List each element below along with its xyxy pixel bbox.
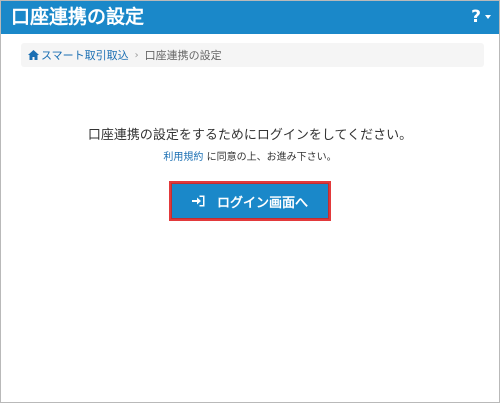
login-button-label: ログイン画面へ	[216, 195, 308, 211]
help-button[interactable]: ?	[463, 6, 491, 28]
sign-in-icon	[191, 195, 205, 207]
terms-link[interactable]: 利用規約	[163, 152, 203, 163]
dialog-window: 口座連携の設定 ? スマート取引取込 › 口座連携の設定 口座連携の設定をするた…	[0, 0, 500, 403]
help-icon: ?	[471, 7, 481, 27]
breadcrumb-separator: ›	[134, 49, 139, 61]
breadcrumb-home-label: スマート取引取込	[41, 49, 129, 62]
chevron-down-icon	[485, 15, 491, 19]
login-instruction: 口座連携の設定をするためにログインをしてください。	[87, 128, 413, 143]
home-icon	[28, 50, 39, 60]
page-title: 口座連携の設定	[11, 6, 145, 28]
terms-notice: 利用規約 に同意の上、お進み下さい。	[1, 151, 499, 165]
breadcrumb-current: 口座連携の設定	[144, 49, 222, 62]
breadcrumb: スマート取引取込 › 口座連携の設定	[21, 43, 484, 67]
breadcrumb-home-link[interactable]: スマート取引取込	[28, 47, 129, 63]
login-button[interactable]: ログイン画面へ	[169, 181, 331, 221]
terms-suffix: に同意の上、お進み下さい。	[203, 152, 337, 163]
title-bar: 口座連携の設定 ?	[1, 1, 499, 34]
